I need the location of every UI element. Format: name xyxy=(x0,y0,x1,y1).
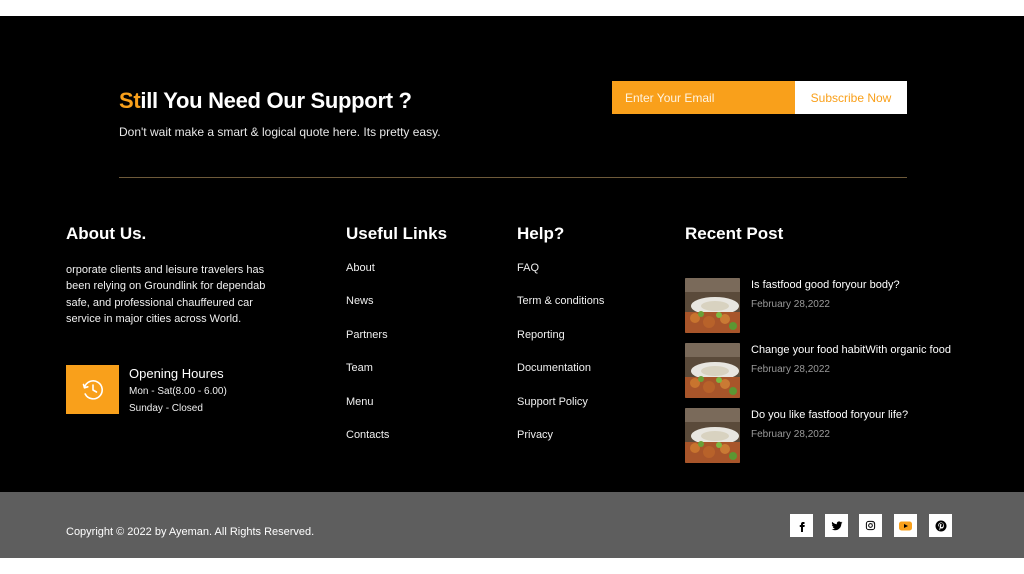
recent-post-title: Recent Post xyxy=(685,224,784,243)
hours-weekdays: Mon - Sat(8.00 - 6.00) xyxy=(129,386,227,397)
section-divider xyxy=(119,177,907,178)
support-title: Still You Need Our Support ? xyxy=(119,88,412,114)
useful-link-item: News xyxy=(346,295,389,328)
twitter-icon[interactable] xyxy=(825,514,848,537)
instagram-icon[interactable] xyxy=(859,514,882,537)
help-link-item: Privacy xyxy=(517,429,604,462)
post-date: February 28,2022 xyxy=(751,299,830,310)
hours-sunday: Sunday - Closed xyxy=(129,403,203,414)
useful-link-news[interactable]: News xyxy=(346,295,374,307)
help-title: Help? xyxy=(517,224,565,243)
useful-link-about[interactable]: About xyxy=(346,262,375,274)
help-link-item: FAQ xyxy=(517,262,604,295)
hours-title: Opening Houres xyxy=(129,366,224,381)
recent-post-item[interactable]: Do you like fastfood foryour life? Febru… xyxy=(685,408,985,463)
help-link-privacy[interactable]: Privacy xyxy=(517,429,553,441)
post-thumbnail[interactable] xyxy=(685,278,740,333)
recent-post-item[interactable]: Change your food habitWith organic food … xyxy=(685,343,985,398)
post-title[interactable]: Is fastfood good foryour body? xyxy=(751,279,900,291)
subscribe-button[interactable]: Subscribe Now xyxy=(795,81,907,114)
help-link-item: Support Policy xyxy=(517,396,604,429)
post-thumbnail[interactable] xyxy=(685,408,740,463)
pinterest-icon[interactable] xyxy=(929,514,952,537)
clock-icon xyxy=(66,365,119,414)
help-link-documentation[interactable]: Documentation xyxy=(517,362,591,374)
support-title-rest: ill You Need Our Support ? xyxy=(140,88,412,113)
support-title-accent: St xyxy=(119,88,141,113)
useful-link-item: About xyxy=(346,262,389,295)
help-link-support-policy[interactable]: Support Policy xyxy=(517,396,588,408)
help-link-reporting[interactable]: Reporting xyxy=(517,329,565,341)
post-date: February 28,2022 xyxy=(751,364,830,375)
help-link-item: Reporting xyxy=(517,329,604,362)
support-subtitle: Don't wait make a smart & logical quote … xyxy=(119,125,441,139)
useful-link-item: Team xyxy=(346,362,389,395)
useful-links-list: About News Partners Team Menu Contacts xyxy=(346,262,389,462)
useful-link-contacts[interactable]: Contacts xyxy=(346,429,389,441)
useful-link-menu[interactable]: Menu xyxy=(346,396,374,408)
useful-links-title: Useful Links xyxy=(346,224,448,243)
youtube-icon[interactable] xyxy=(894,514,917,537)
useful-link-item: Contacts xyxy=(346,429,389,462)
bottom-strip xyxy=(0,558,1024,574)
help-link-faq[interactable]: FAQ xyxy=(517,262,539,274)
help-link-item: Term & conditions xyxy=(517,295,604,328)
useful-link-item: Partners xyxy=(346,329,389,362)
help-links-list: FAQ Term & conditions Reporting Document… xyxy=(517,262,604,462)
post-title[interactable]: Do you like fastfood foryour life? xyxy=(751,409,908,421)
help-link-terms[interactable]: Term & conditions xyxy=(517,295,604,307)
email-input[interactable] xyxy=(612,81,795,114)
post-title[interactable]: Change your food habitWith organic food xyxy=(751,344,951,356)
about-text: orporate clients and leisure travelers h… xyxy=(66,264,266,326)
recent-post-item[interactable]: Is fastfood good foryour body? February … xyxy=(685,278,985,333)
useful-link-team[interactable]: Team xyxy=(346,362,373,374)
about-title: About Us. xyxy=(66,224,147,243)
post-date: February 28,2022 xyxy=(751,429,830,440)
useful-link-partners[interactable]: Partners xyxy=(346,329,388,341)
post-thumbnail[interactable] xyxy=(685,343,740,398)
useful-link-item: Menu xyxy=(346,396,389,429)
top-strip xyxy=(0,0,1024,16)
help-link-item: Documentation xyxy=(517,362,604,395)
facebook-icon[interactable] xyxy=(790,514,813,537)
copyright-text: Copyright © 2022 by Ayeman. All Rights R… xyxy=(66,526,315,538)
